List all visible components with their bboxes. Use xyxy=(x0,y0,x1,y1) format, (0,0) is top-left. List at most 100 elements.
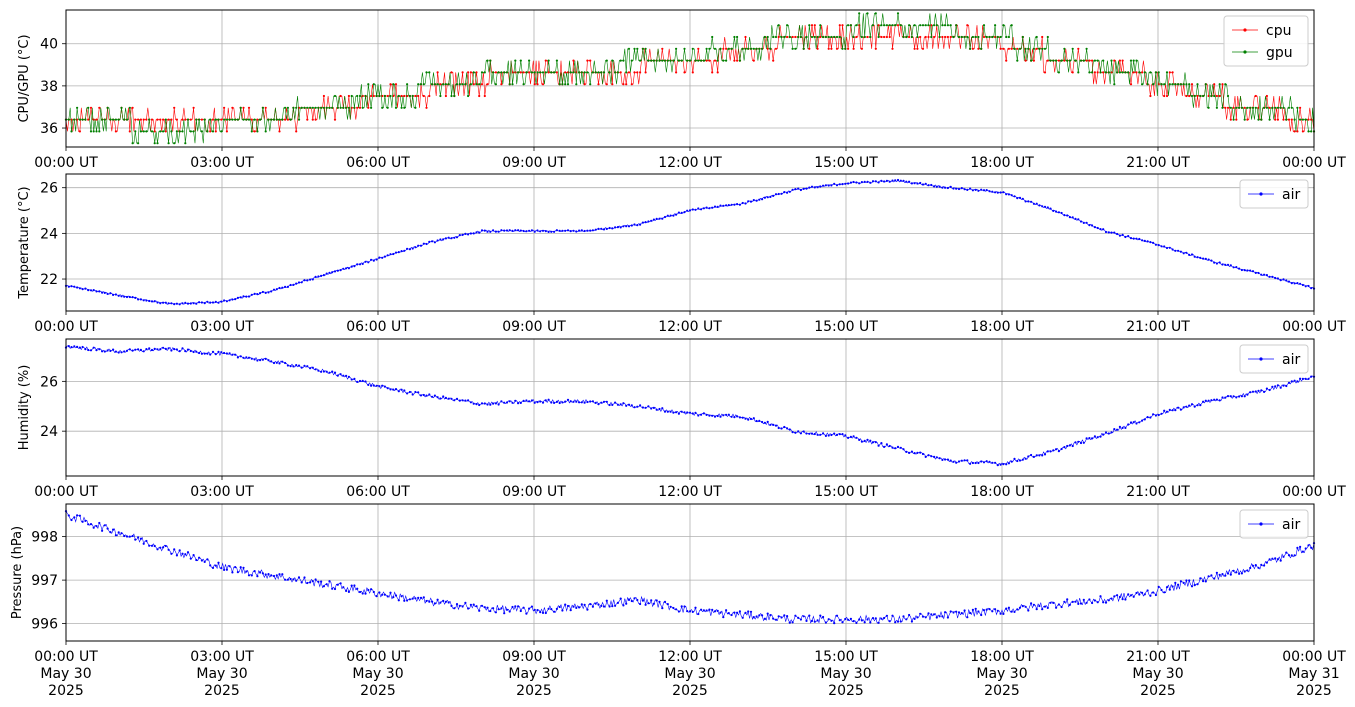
data-point-air xyxy=(272,574,276,578)
data-point-gpu xyxy=(1296,106,1299,109)
data-point-gpu xyxy=(614,71,617,74)
data-point-air xyxy=(1135,237,1138,240)
data-point-air xyxy=(1035,608,1038,611)
data-point-air xyxy=(905,450,908,453)
data-point-gpu xyxy=(971,35,975,39)
data-point-air xyxy=(927,612,930,615)
data-point-air xyxy=(946,458,950,461)
data-point-air xyxy=(1213,261,1216,264)
data-point-gpu xyxy=(880,24,883,27)
data-point-cpu xyxy=(181,118,184,121)
data-point-air xyxy=(453,607,456,610)
data-point-air xyxy=(1246,569,1249,572)
data-point-air xyxy=(910,450,914,453)
data-point-air xyxy=(458,399,461,402)
data-point-cpu xyxy=(286,118,289,121)
data-point-air xyxy=(92,526,95,529)
data-point-gpu xyxy=(824,35,828,39)
data-point-air xyxy=(1146,416,1149,419)
data-point-gpu xyxy=(1021,35,1024,39)
data-point-air xyxy=(1204,399,1207,402)
data-point-air xyxy=(652,602,656,605)
x-tick-date: May 30 xyxy=(40,666,91,682)
data-point-gpu xyxy=(744,47,747,50)
data-point-air xyxy=(761,614,764,617)
data-point-air xyxy=(702,412,706,415)
data-point-gpu xyxy=(200,130,203,133)
data-point-gpu xyxy=(392,83,395,86)
data-point-air xyxy=(281,286,284,289)
data-point-air xyxy=(175,554,178,557)
data-point-air xyxy=(450,237,453,240)
data-point-cpu xyxy=(941,35,944,39)
x-tick-label: 03:00 UT xyxy=(190,155,254,171)
data-point-gpu xyxy=(492,71,495,74)
data-point-gpu xyxy=(1146,83,1149,86)
data-point-air xyxy=(1113,428,1116,431)
data-point-gpu xyxy=(178,130,181,133)
data-point-air xyxy=(780,192,783,195)
data-point-air xyxy=(716,205,719,208)
data-point-air xyxy=(417,244,420,247)
data-point-air xyxy=(919,451,922,454)
data-point-air xyxy=(95,290,98,293)
data-point-cpu xyxy=(295,130,298,133)
data-point-air xyxy=(1185,251,1188,254)
data-point-air xyxy=(95,349,98,352)
data-point-air xyxy=(1246,269,1249,272)
data-point-gpu xyxy=(489,59,492,62)
data-point-cpu xyxy=(1287,118,1291,121)
legend: air xyxy=(1239,344,1309,374)
data-point-air xyxy=(1104,230,1108,234)
data-point-air xyxy=(797,187,800,190)
data-point-air xyxy=(192,554,195,557)
data-point-air xyxy=(1232,266,1235,269)
data-point-air xyxy=(658,600,661,603)
data-point-air xyxy=(636,405,639,408)
data-point-air xyxy=(519,229,522,232)
data-point-cpu xyxy=(691,71,694,74)
data-point-air xyxy=(1304,547,1307,550)
data-point-air xyxy=(700,413,703,416)
data-point-air xyxy=(658,407,661,411)
data-point-cpu xyxy=(1243,106,1246,109)
data-point-air xyxy=(467,233,470,236)
data-point-air xyxy=(544,399,547,402)
data-point-gpu xyxy=(1301,118,1304,121)
data-point-gpu xyxy=(952,35,955,39)
data-point-air xyxy=(297,576,301,579)
data-point-gpu xyxy=(81,118,84,121)
data-point-air xyxy=(447,601,450,604)
data-point-cpu xyxy=(153,130,156,133)
data-point-gpu xyxy=(389,94,392,98)
data-point-air xyxy=(1182,581,1185,585)
data-point-air xyxy=(322,274,325,277)
data-point-gpu xyxy=(511,83,514,86)
data-point-air xyxy=(1082,441,1085,444)
data-point-air xyxy=(478,231,481,234)
data-point-air xyxy=(1018,459,1022,462)
data-point-gpu xyxy=(566,83,570,86)
data-point-air xyxy=(616,403,620,406)
data-point-cpu xyxy=(777,35,780,39)
panel-temperature: 00:00 UT 03:00 UT 06:00 UT 09:00 UT 12:00 UT… xyxy=(17,173,1346,335)
data-point-air xyxy=(830,184,833,187)
data-point-gpu xyxy=(772,35,775,39)
data-point-air xyxy=(1154,243,1157,246)
data-point-air xyxy=(505,229,509,232)
data-point-air xyxy=(680,605,683,608)
data-point-air xyxy=(977,189,980,192)
x-tick-label: 00:00 UT xyxy=(1282,484,1346,500)
data-point-gpu xyxy=(1041,47,1044,50)
data-point-air xyxy=(896,620,900,623)
data-point-air xyxy=(619,226,622,229)
data-point-air xyxy=(1235,396,1238,399)
data-point-gpu xyxy=(935,24,938,27)
data-point-air xyxy=(578,606,581,609)
data-point-cpu xyxy=(816,47,819,50)
data-point-gpu xyxy=(1027,47,1030,50)
data-point-air xyxy=(383,385,386,388)
data-point-cpu xyxy=(386,94,389,98)
data-point-air xyxy=(905,618,908,621)
data-point-cpu xyxy=(916,47,919,50)
